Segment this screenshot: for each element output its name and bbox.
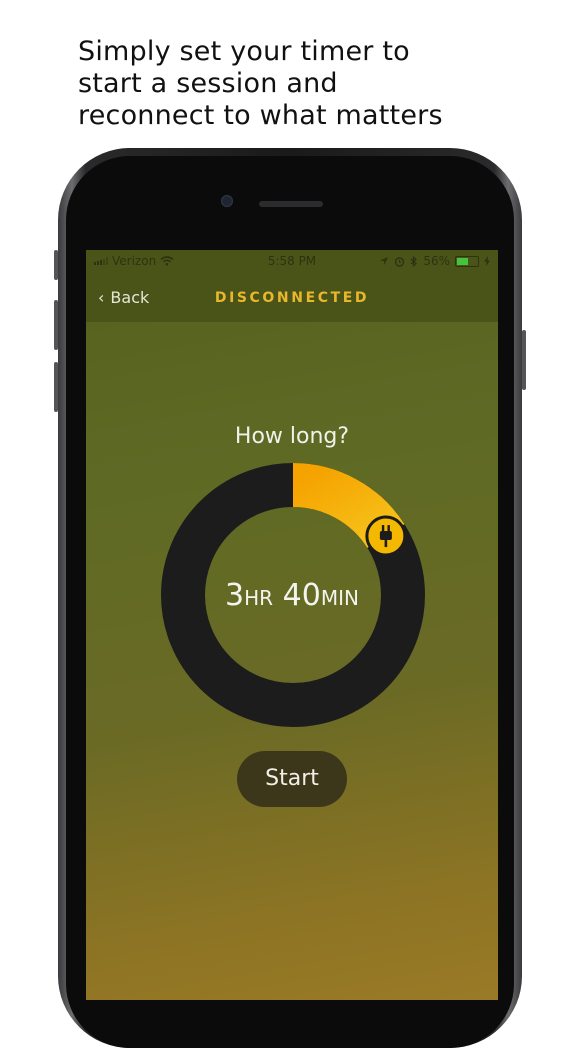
headline-line-2: start a session and (78, 68, 338, 99)
charging-icon (484, 256, 490, 266)
promo-headline: Simply set your timer to start a session… (78, 36, 548, 132)
time-readout: 3HR 40MIN (86, 578, 498, 613)
bluetooth-icon (410, 255, 418, 267)
hours-value: 3 (225, 578, 245, 613)
status-bar-right: 56% (379, 254, 490, 268)
front-camera (221, 195, 233, 207)
minutes-value: 40 (282, 578, 321, 613)
duration-question: How long? (234, 424, 350, 449)
earpiece-speaker (259, 201, 323, 207)
battery-icon (455, 255, 479, 267)
start-button[interactable]: Start (237, 751, 347, 807)
navigation-bar: ‹ Back DISCONNECTED (86, 272, 498, 322)
battery-percent: 56% (423, 254, 450, 268)
status-bar: Verizon 5:58 PM 56% (86, 250, 498, 272)
hours-unit: HR (244, 586, 274, 610)
phone-volume-up-button (54, 300, 58, 350)
alarm-icon (395, 256, 405, 267)
location-arrow-icon (380, 257, 389, 265)
app-screen: Verizon 5:58 PM 56% ‹ Back DISCONNECTED … (86, 250, 498, 1000)
phone-power-button (522, 330, 526, 390)
battery-fill (457, 257, 468, 265)
headline-line-1: Simply set your timer to (78, 36, 410, 67)
page-title: DISCONNECTED (214, 290, 370, 306)
phone-side-button (54, 250, 58, 280)
headline-line-3: reconnect to what matters (78, 100, 443, 131)
phone-volume-down-button (54, 362, 58, 412)
minutes-unit: MIN (320, 586, 359, 610)
dial-handle[interactable] (365, 515, 407, 557)
